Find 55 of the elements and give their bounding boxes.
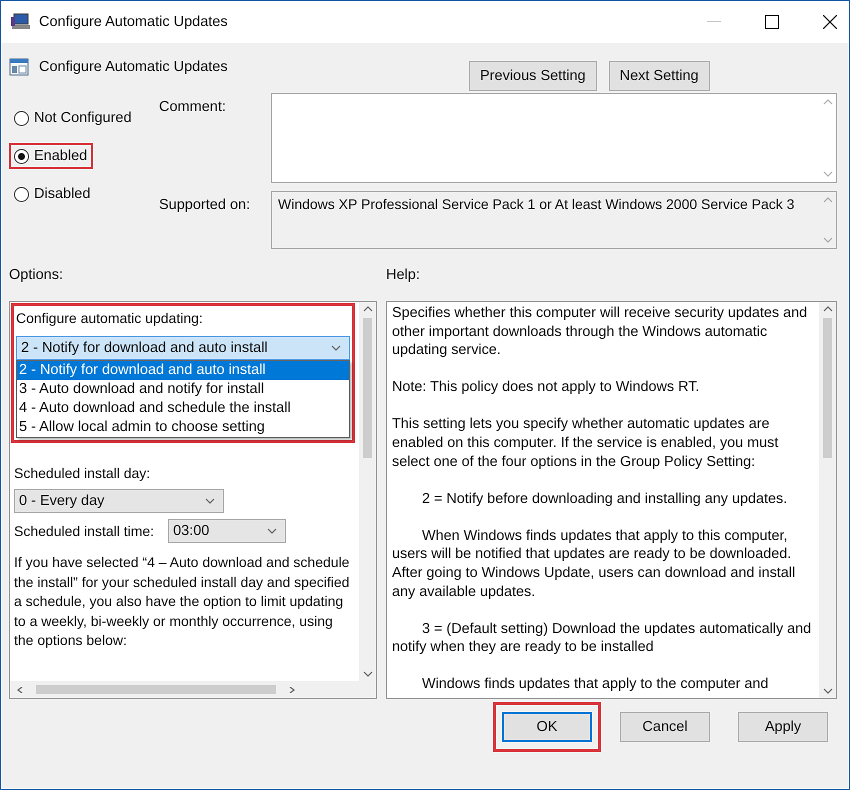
setting-nav-button[interactable]: Previous Setting xyxy=(469,61,597,91)
scroll-up-icon xyxy=(822,197,832,203)
help-paragraph: When Windows finds updates that apply to this computer, users will be notified that updates are ready to be downloaded. After going to Windows Update, users can download and install any available updates. xyxy=(392,526,796,602)
update-mode-label: Configure automatic updating: xyxy=(16,310,204,326)
radio-option[interactable]: Disabled xyxy=(9,181,96,207)
dropdown-option[interactable]: 4 - Auto download and schedule the install xyxy=(17,399,349,418)
scroll-down-icon xyxy=(822,688,832,694)
scroll-down-icon xyxy=(822,171,832,177)
dropdown-option[interactable]: 5 - Allow local admin to choose setting xyxy=(17,418,349,437)
options-label: Options: xyxy=(9,267,64,283)
scrollbar-thumb[interactable] xyxy=(36,685,276,694)
dialog-button[interactable]: Cancel xyxy=(620,712,710,742)
supported-on-label: Supported on: xyxy=(159,196,252,215)
computer-icon xyxy=(11,13,31,31)
policy-title: Configure Automatic Updates xyxy=(39,59,229,75)
update-mode-dropdown[interactable]: 2 - Notify for download and auto install xyxy=(16,336,350,360)
scroll-up-icon xyxy=(822,99,832,105)
radio-button[interactable] xyxy=(14,148,29,164)
dialog-button[interactable]: Apply xyxy=(738,712,828,742)
install-day-label: Scheduled install day: xyxy=(14,465,150,481)
radio-option[interactable]: Not Configured xyxy=(9,105,138,131)
help-paragraph: This setting lets you specify whether automatic updates are enabled on this computer. If the service is enabled, you must select one of the four options in the Group Policy Setting: xyxy=(392,415,780,472)
scroll-down-icon xyxy=(362,671,372,677)
dropdown-caret-icon xyxy=(267,528,278,534)
setting-nav-button[interactable]: Next Setting xyxy=(608,61,710,91)
policy-icon xyxy=(9,57,29,77)
install-day-dropdown[interactable]: 0 - Every day xyxy=(14,489,224,513)
schedule-note: If you have selected “4 – Auto download and schedule the install” for your scheduled install day and specified a schedule, you also have the option to limit updating to a weekly, bi-weekly or monthly occurrence, using the options below: xyxy=(14,553,350,650)
help-paragraph: 3 = (Default setting) Download the updates automatically and notify when they are ready to be installed xyxy=(392,620,812,657)
maximize-icon[interactable] xyxy=(765,15,779,29)
help-paragraph: Note: This policy does not apply to Windows RT. xyxy=(392,378,700,397)
dialog-button[interactable]: OK xyxy=(502,712,592,742)
close-icon[interactable] xyxy=(823,15,837,29)
dropdown-caret-icon xyxy=(205,498,215,504)
radio-option[interactable]: Enabled xyxy=(9,143,94,169)
window-title: Configure Automatic Updates xyxy=(39,14,229,30)
dropdown-option[interactable]: 2 - Notify for download and auto install xyxy=(17,361,349,380)
dropdown-option[interactable]: 3 - Auto download and notify for install xyxy=(17,380,349,399)
scrollbar-thumb[interactable] xyxy=(363,318,372,458)
help-paragraph: Specifies whether this computer will receive security updates and other important downloads through the Windows automatic updating service. xyxy=(392,304,808,360)
radio-button[interactable] xyxy=(14,186,29,202)
help-paragraph: Windows finds updates that apply to the computer and xyxy=(421,675,770,694)
scrollbar-thumb[interactable] xyxy=(823,318,832,458)
dropdown-caret-icon xyxy=(331,345,341,351)
help-paragraph: 2 = Notify before downloading and installing any updates. xyxy=(421,490,788,508)
install-time-label: Scheduled install time: xyxy=(14,523,154,539)
scroll-up-icon xyxy=(362,306,372,312)
comment-label: Comment: xyxy=(159,98,227,117)
comment-field[interactable] xyxy=(271,93,837,183)
supported-on-text: Windows XP Professional Service Pack 1 or At least Windows 2000 Service Pack 3 xyxy=(277,195,796,214)
radio-button[interactable] xyxy=(14,110,29,126)
scroll-up-icon xyxy=(822,306,832,312)
scroll-down-icon xyxy=(822,237,832,243)
install-time-dropdown[interactable]: 03:00 xyxy=(168,519,286,543)
help-label: Help: xyxy=(386,267,421,283)
